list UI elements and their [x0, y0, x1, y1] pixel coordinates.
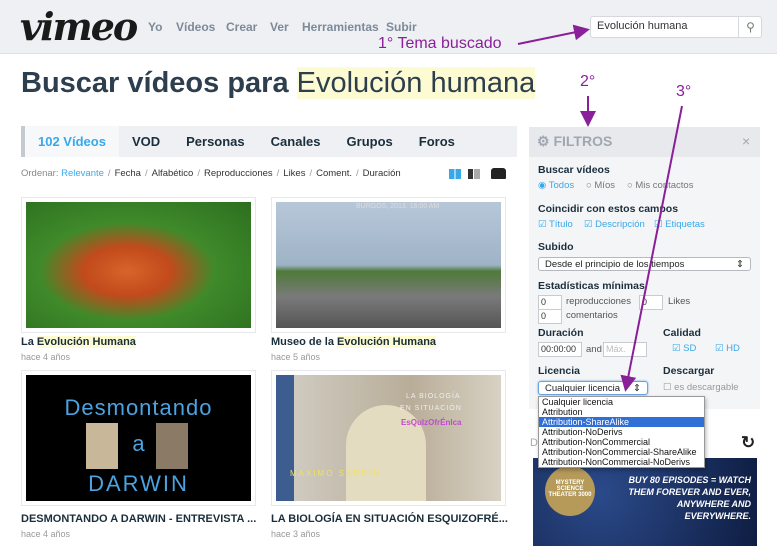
- arrow-3: [620, 105, 683, 392]
- annotation-arrows: [517, 24, 683, 392]
- arrow-1: [517, 24, 590, 45]
